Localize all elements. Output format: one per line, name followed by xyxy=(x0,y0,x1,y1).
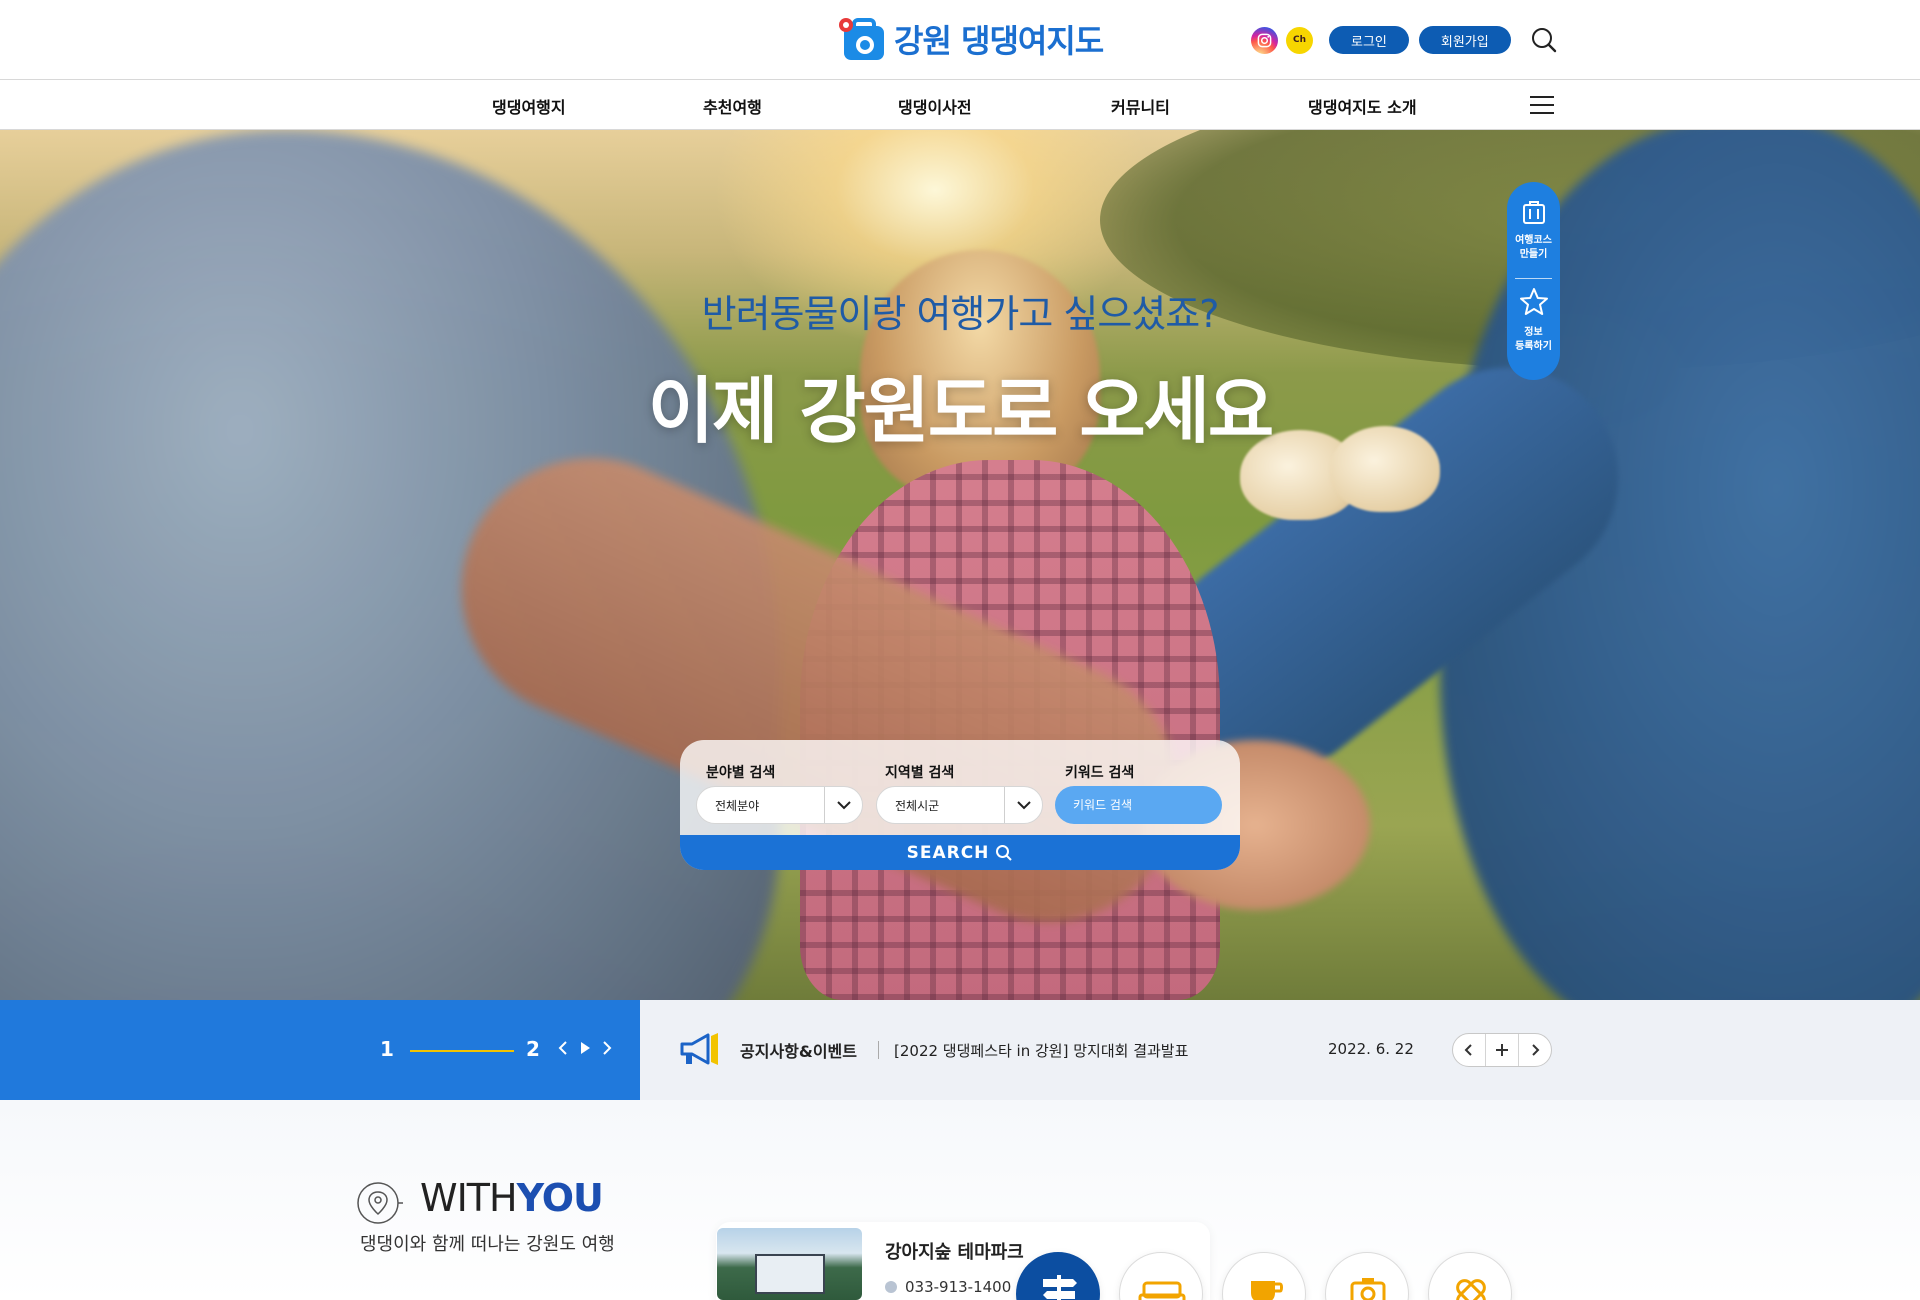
hero-slide-controls: 1 2 xyxy=(0,1000,640,1100)
make-course-line2: 만들기 xyxy=(1519,249,1548,260)
notice-divider xyxy=(878,1041,879,1059)
slide-next-icon[interactable] xyxy=(600,1038,614,1058)
slide-total-number: 2 xyxy=(526,1037,540,1061)
logo-bag-icon xyxy=(839,18,884,60)
category-sightseeing-button[interactable] xyxy=(1325,1252,1409,1300)
bed-icon xyxy=(1138,1281,1186,1300)
slide-progress-line xyxy=(410,1050,514,1052)
register-info-line1: 정보 xyxy=(1524,327,1543,338)
instagram-glyph xyxy=(1257,33,1272,47)
login-button[interactable]: 로그인 xyxy=(1329,26,1409,54)
hero-title: 이제 강원도로 오세요 xyxy=(647,369,1274,453)
camera-icon xyxy=(1350,1278,1386,1300)
top-header: 강원 댕댕여지도 Ch 로그인 회원가입 xyxy=(0,0,1920,80)
make-course-button[interactable]: 여행코스만들기 xyxy=(1507,198,1560,262)
notice-controls xyxy=(1452,1033,1552,1067)
location-pin-icon xyxy=(357,1182,403,1224)
place-card-thumbnail xyxy=(717,1228,862,1300)
withyou-title: WITHYOU xyxy=(420,1176,604,1220)
nav-item-travel-spots[interactable]: 댕댕여행지 xyxy=(492,94,566,118)
star-icon xyxy=(1519,288,1548,315)
notice-more-button[interactable] xyxy=(1486,1034,1519,1066)
nav-item-recommended[interactable]: 추천여행 xyxy=(703,94,762,118)
search-submit-button[interactable]: SEARCH xyxy=(680,835,1240,870)
region-search-label: 지역별 검색 xyxy=(885,765,955,781)
place-card-name: 강아지숲 테마파크 xyxy=(885,1242,1024,1263)
keyword-search-label: 키워드 검색 xyxy=(1065,765,1135,781)
nav-item-community[interactable]: 커뮤니티 xyxy=(1111,94,1170,118)
search-icon xyxy=(996,844,1013,861)
logo-text: 강원 댕댕여지도 xyxy=(894,22,1104,60)
hamburger-menu-icon[interactable] xyxy=(1530,95,1554,115)
quick-menu-divider xyxy=(1515,278,1552,279)
place-card-phone: 033-913-1400 xyxy=(885,1278,1011,1296)
category-lodging-button[interactable] xyxy=(1119,1252,1203,1300)
category-select-value: 전체분야 xyxy=(715,798,760,813)
search-button-label: SEARCH xyxy=(906,842,990,863)
place-card-phone-number: 033-913-1400 xyxy=(905,1278,1012,1296)
notice-bar: 1 2 공지사항&이벤트 [2022 댕댕페스타 in 강원] 망지대회 결과발… xyxy=(0,1000,1920,1100)
chevron-down-icon xyxy=(824,787,862,823)
nav-item-dictionary[interactable]: 댕댕이사전 xyxy=(898,94,972,118)
withyou-title-light: WITH xyxy=(420,1176,518,1220)
category-select[interactable]: 전체분야 xyxy=(696,786,863,824)
bandage-icon xyxy=(1456,1279,1486,1300)
chevron-right-icon xyxy=(1532,1044,1540,1056)
withyou-title-bold: YOU xyxy=(516,1176,604,1220)
register-info-label: 정보등록하기 xyxy=(1507,326,1560,354)
chevron-left-icon xyxy=(1464,1044,1472,1056)
withyou-subtitle: 댕댕이와 함께 떠나는 강원도 여행 xyxy=(360,1234,615,1255)
suitcase-icon xyxy=(1522,201,1545,224)
category-signpost-button[interactable] xyxy=(1016,1252,1100,1300)
region-select-value: 전체시군 xyxy=(895,798,940,813)
notice-headline-link[interactable]: [2022 댕댕페스타 in 강원] 망지대회 결과발표 xyxy=(894,1040,1188,1061)
join-button[interactable]: 회원가입 xyxy=(1418,26,1511,54)
search-panel: 분야별 검색 지역별 검색 키워드 검색 전체분야 전체시군 SEARCH xyxy=(680,740,1240,870)
instagram-icon[interactable] xyxy=(1251,26,1278,54)
make-course-label: 여행코스만들기 xyxy=(1507,234,1560,262)
hero-subtitle: 반려동물이랑 여행가고 싶으셨죠? xyxy=(701,292,1220,336)
phone-icon xyxy=(885,1281,897,1293)
megaphone-icon xyxy=(680,1033,718,1065)
region-select[interactable]: 전체시군 xyxy=(876,786,1043,824)
make-course-line1: 여행코스 xyxy=(1515,235,1552,246)
thumbnail-building xyxy=(755,1254,825,1294)
search-icon[interactable] xyxy=(1529,25,1559,55)
signpost-icon xyxy=(1043,1275,1077,1300)
chevron-down-icon xyxy=(1004,787,1042,823)
header-utility: Ch 로그인 회원가입 xyxy=(1251,25,1559,55)
category-search-label: 분야별 검색 xyxy=(706,765,776,781)
keyword-search-input[interactable] xyxy=(1055,786,1222,824)
slide-current-number: 1 xyxy=(380,1037,394,1061)
plus-icon xyxy=(1496,1044,1508,1056)
notice-section-title: 공지사항&이벤트 xyxy=(740,1042,857,1061)
notice-next-button[interactable] xyxy=(1519,1034,1551,1066)
site-logo[interactable]: 강원 댕댕여지도 xyxy=(838,16,1104,62)
notice-date: 2022. 6. 22 xyxy=(1328,1040,1414,1058)
notice-prev-button[interactable] xyxy=(1453,1034,1486,1066)
category-hospital-button[interactable] xyxy=(1428,1252,1512,1300)
quick-menu: 여행코스만들기 정보등록하기 xyxy=(1507,182,1560,380)
kakao-channel-icon[interactable]: Ch xyxy=(1286,26,1313,54)
coffee-cup-icon xyxy=(1251,1281,1283,1300)
register-info-button[interactable]: 정보등록하기 xyxy=(1507,286,1560,354)
category-cafe-button[interactable] xyxy=(1222,1252,1306,1300)
main-nav: 댕댕여행지 추천여행 댕댕이사전 커뮤니티 댕댕여지도 소개 xyxy=(0,80,1920,130)
slide-prev-icon[interactable] xyxy=(556,1038,570,1058)
nav-item-about[interactable]: 댕댕여지도 소개 xyxy=(1308,94,1417,118)
register-info-line2: 등록하기 xyxy=(1515,341,1552,352)
slide-play-icon[interactable] xyxy=(578,1038,592,1058)
